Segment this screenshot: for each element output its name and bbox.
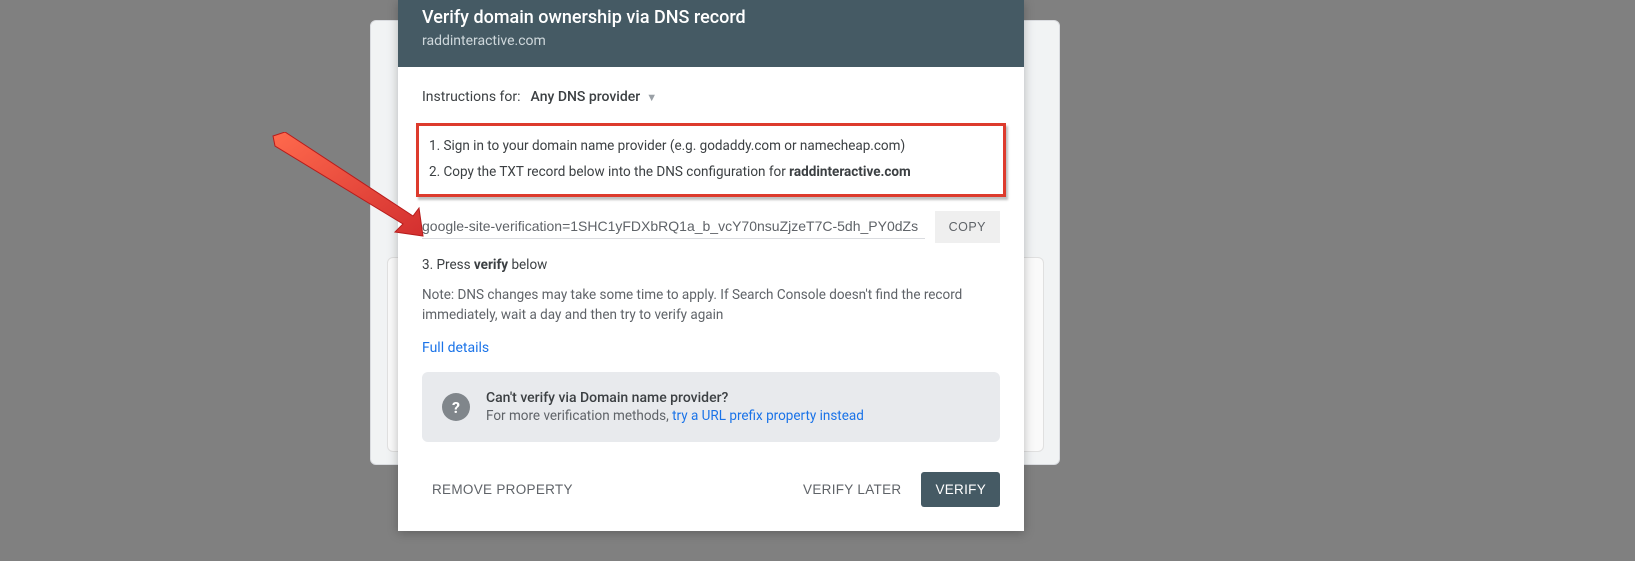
txt-record-row: COPY bbox=[422, 211, 1000, 243]
full-details-link[interactable]: Full details bbox=[422, 340, 489, 356]
txt-record-input[interactable] bbox=[422, 214, 925, 239]
url-prefix-link[interactable]: try a URL prefix property instead bbox=[672, 408, 864, 424]
step-2: 2. Copy the TXT record below into the DN… bbox=[429, 160, 993, 186]
step-1: 1. Sign in to your domain name provider … bbox=[429, 134, 993, 160]
caret-down-icon: ▼ bbox=[646, 91, 657, 104]
verify-domain-dialog: Verify domain ownership via DNS record r… bbox=[398, 0, 1024, 531]
step-2-prefix: 2. Copy the TXT record below into the DN… bbox=[429, 164, 789, 180]
dns-provider-value: Any DNS provider bbox=[531, 89, 641, 105]
dns-note: Note: DNS changes may take some time to … bbox=[422, 285, 1000, 326]
step-2-domain: raddinteractive.com bbox=[789, 164, 911, 180]
step-3-bold: verify bbox=[474, 257, 508, 273]
instructions-label: Instructions for: bbox=[422, 89, 521, 105]
remove-property-button[interactable]: REMOVE PROPERTY bbox=[422, 474, 583, 505]
help-icon: ? bbox=[442, 393, 470, 421]
hint-content: Can't verify via Domain name provider? F… bbox=[486, 390, 864, 424]
highlighted-steps-box: 1. Sign in to your domain name provider … bbox=[416, 123, 1006, 196]
dialog-footer: REMOVE PROPERTY VERIFY LATER VERIFY bbox=[398, 452, 1024, 531]
dialog-title: Verify domain ownership via DNS record bbox=[422, 0, 1000, 29]
hint-text-prefix: For more verification methods, bbox=[486, 408, 672, 424]
instructions-row: Instructions for: Any DNS provider ▼ bbox=[422, 89, 1000, 105]
verify-later-button[interactable]: VERIFY LATER bbox=[793, 472, 911, 507]
hint-box: ? Can't verify via Domain name provider?… bbox=[422, 372, 1000, 442]
dialog-header: Verify domain ownership via DNS record r… bbox=[398, 0, 1024, 67]
hint-title: Can't verify via Domain name provider? bbox=[486, 390, 864, 406]
step-3: 3. Press verify below bbox=[422, 257, 1000, 273]
copy-button[interactable]: COPY bbox=[935, 211, 1000, 243]
hint-text: For more verification methods, try a URL… bbox=[486, 408, 864, 424]
dns-provider-select[interactable]: Any DNS provider ▼ bbox=[531, 89, 658, 105]
dialog-body: Instructions for: Any DNS provider ▼ 1. … bbox=[398, 67, 1024, 452]
step-3-suffix: below bbox=[508, 257, 547, 273]
verify-button[interactable]: VERIFY bbox=[921, 472, 1000, 507]
dialog-domain: raddinteractive.com bbox=[422, 33, 1000, 49]
step-3-prefix: 3. Press bbox=[422, 257, 474, 273]
